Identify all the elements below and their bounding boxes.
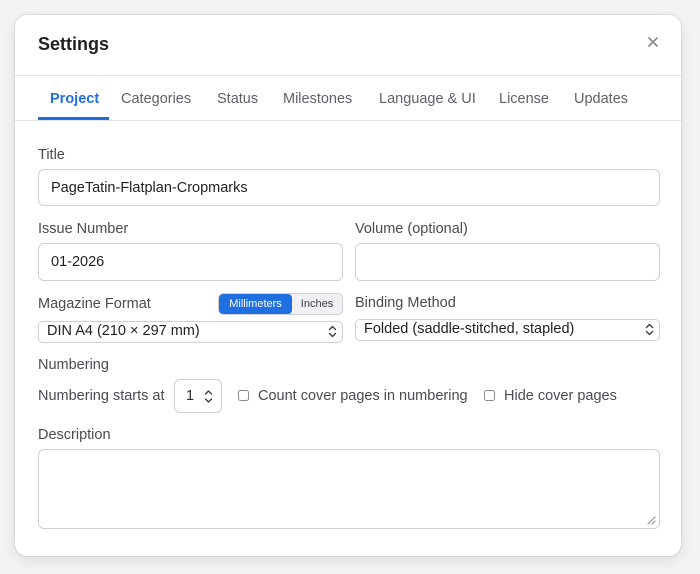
count-cover-label: Count cover pages in numbering: [258, 388, 468, 404]
binding-method-select[interactable]: Folded (saddle-stitched, stapled): [355, 319, 660, 341]
active-tab-indicator: [38, 117, 109, 120]
tab-updates[interactable]: Updates: [574, 76, 628, 120]
tab-milestones[interactable]: Milestones: [283, 76, 352, 120]
count-cover-checkbox[interactable]: [238, 390, 249, 401]
tab-project[interactable]: Project: [50, 76, 99, 120]
numbering-starts-label: Numbering starts at: [38, 388, 165, 404]
numbering-start-stepper[interactable]: 1: [174, 379, 222, 413]
magazine-format-select[interactable]: DIN A4 (210 × 297 mm): [38, 321, 343, 343]
dialog-header: Settings: [15, 15, 681, 76]
resize-handle-icon[interactable]: [646, 515, 656, 525]
settings-dialog: Settings Project Categories Status Miles…: [15, 15, 681, 556]
description-label: Description: [38, 427, 111, 443]
volume-label: Volume (optional): [355, 221, 468, 237]
binding-method-value: Folded (saddle-stitched, stapled): [364, 321, 575, 337]
units-millimeters-button[interactable]: Millimeters: [219, 294, 292, 314]
description-textarea[interactable]: [38, 449, 660, 529]
magazine-format-label: Magazine Format: [38, 296, 151, 312]
title-input[interactable]: [38, 169, 660, 206]
dialog-title: Settings: [38, 34, 110, 54]
chevron-updown-icon: [645, 323, 654, 336]
volume-input[interactable]: [355, 243, 660, 281]
close-icon[interactable]: [646, 35, 660, 49]
tab-categories[interactable]: Categories: [121, 76, 191, 120]
magazine-format-value: DIN A4 (210 × 297 mm): [47, 323, 200, 339]
numbering-label: Numbering: [38, 357, 109, 373]
issue-number-label: Issue Number: [38, 221, 129, 237]
tab-license[interactable]: License: [499, 76, 549, 120]
chevron-updown-icon: [328, 325, 337, 338]
stepper-arrows-icon[interactable]: [204, 389, 213, 404]
hide-cover-label: Hide cover pages: [504, 388, 617, 404]
hide-cover-checkbox[interactable]: [484, 390, 495, 401]
binding-method-label: Binding Method: [355, 295, 456, 311]
numbering-start-value: 1: [186, 388, 195, 404]
tab-bar: Project Categories Status Milestones Lan…: [15, 76, 681, 121]
tab-status[interactable]: Status: [217, 76, 258, 120]
tab-language-ui[interactable]: Language & UI: [379, 76, 476, 120]
units-inches-button[interactable]: Inches: [292, 294, 342, 314]
units-toggle: Millimeters Inches: [218, 293, 343, 315]
title-label: Title: [38, 147, 65, 163]
issue-number-input[interactable]: [38, 243, 343, 281]
